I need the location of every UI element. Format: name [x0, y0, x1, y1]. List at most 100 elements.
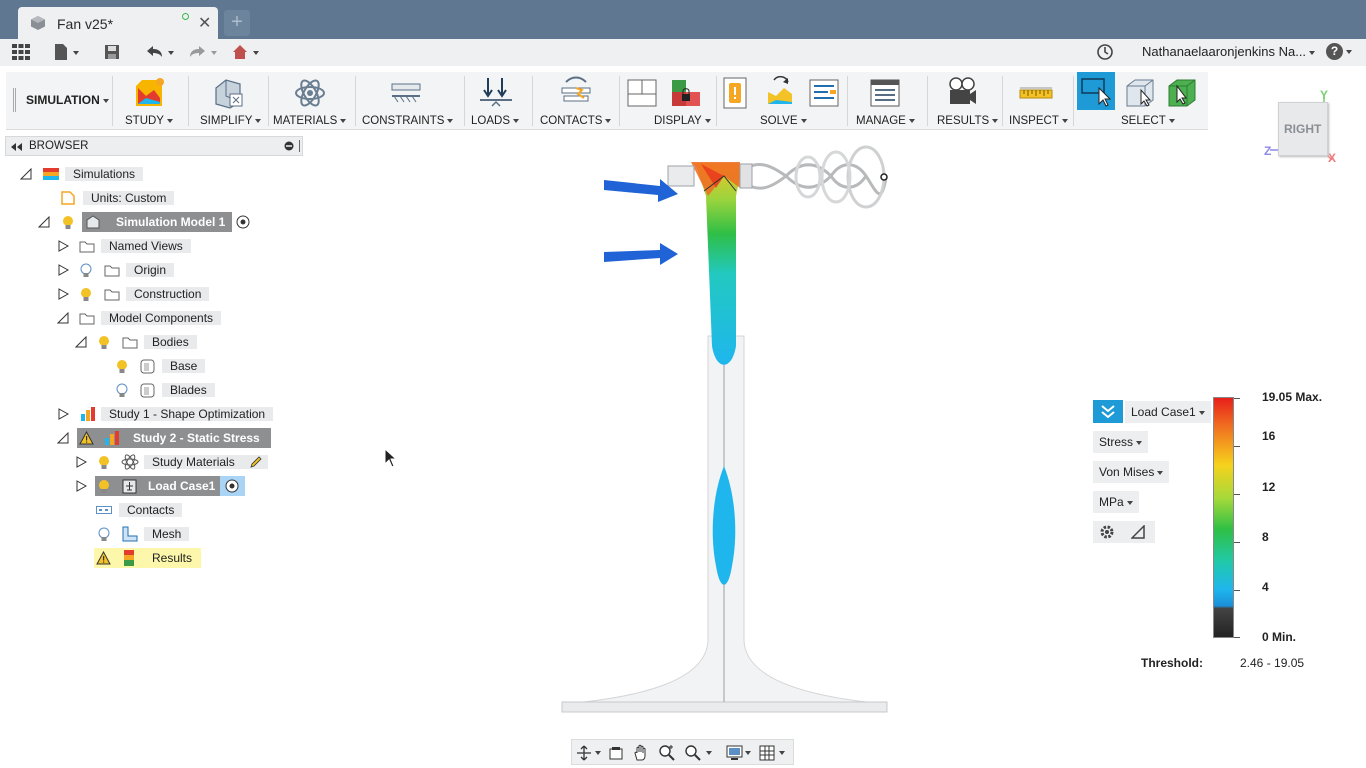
- save-icon[interactable]: [103, 43, 121, 61]
- tree-item-units[interactable]: Units: Custom: [0, 188, 300, 208]
- tree-item-origin[interactable]: Origin: [0, 260, 300, 280]
- look-at-icon[interactable]: [608, 745, 624, 761]
- display-settings-icon[interactable]: [726, 744, 754, 762]
- simulations-icon: [43, 168, 59, 180]
- expanded-triangle-icon[interactable]: [20, 168, 32, 180]
- display-group-label: DISPLAY: [654, 115, 702, 127]
- close-tab-icon[interactable]: ✕: [198, 13, 211, 33]
- edit-pencil-icon[interactable]: [250, 456, 262, 468]
- visibility-bulb-icon[interactable]: [98, 479, 110, 494]
- job-status-clock-icon[interactable]: [1096, 43, 1114, 61]
- app-grid-icon[interactable]: [11, 43, 31, 61]
- inspect-group[interactable]: INSPECT: [1006, 72, 1072, 130]
- expanded-triangle-icon[interactable]: [75, 336, 87, 348]
- expanded-triangle-icon[interactable]: [57, 312, 69, 324]
- help-menu[interactable]: ?: [1326, 43, 1352, 60]
- zoom-icon[interactable]: [658, 744, 676, 762]
- workspace-switcher[interactable]: SIMULATION: [26, 93, 109, 107]
- activate-radio-icon[interactable]: [236, 215, 250, 229]
- tree-item-named-views[interactable]: Named Views: [0, 236, 300, 256]
- folder-icon: [104, 289, 120, 301]
- undo-icon[interactable]: [143, 43, 177, 61]
- expanded-triangle-icon[interactable]: [57, 432, 69, 444]
- visibility-bulb-icon[interactable]: [98, 455, 110, 470]
- visibility-bulb-icon[interactable]: [62, 215, 74, 230]
- tree-item-results[interactable]: Results: [0, 548, 300, 568]
- chevron-down-icon: [255, 118, 262, 123]
- collapsed-triangle-icon[interactable]: [57, 240, 69, 252]
- loads-group[interactable]: LOADS: [468, 72, 530, 130]
- minimize-browser-icon[interactable]: [284, 141, 294, 151]
- model-viewport[interactable]: [556, 136, 896, 718]
- visibility-bulb-icon[interactable]: [80, 287, 92, 302]
- select-component-icon[interactable]: [1165, 76, 1199, 110]
- tree-item-simulations[interactable]: Simulations: [0, 164, 300, 184]
- user-account-menu[interactable]: Nathanaelaaronjenkins Na...: [1142, 44, 1316, 59]
- materials-group[interactable]: MATERIALS: [272, 72, 350, 130]
- threshold-triangle-icon[interactable]: [1131, 525, 1145, 539]
- fan-blades-ghost: [734, 145, 888, 209]
- load-case-dropdown[interactable]: Load Case1: [1125, 401, 1211, 423]
- collapsed-triangle-icon[interactable]: [57, 264, 69, 276]
- collapsed-triangle-icon[interactable]: [75, 480, 87, 492]
- legend-tick-label: 12: [1262, 480, 1276, 494]
- tree-item-mesh[interactable]: Mesh: [0, 524, 300, 544]
- panel-grip-icon[interactable]: [298, 140, 302, 152]
- select-group[interactable]: SELECT: [1077, 72, 1208, 130]
- folder-icon: [104, 265, 120, 277]
- redo-icon[interactable]: [186, 43, 220, 61]
- display-group[interactable]: DISPLAY: [622, 72, 712, 130]
- hidden-bulb-icon[interactable]: [116, 383, 128, 398]
- tree-item-model-components[interactable]: Model Components: [0, 308, 300, 328]
- collapsed-triangle-icon[interactable]: [57, 288, 69, 300]
- grid-settings-icon[interactable]: [759, 744, 789, 762]
- unit-dropdown[interactable]: MPa: [1093, 491, 1139, 513]
- solve-icon: [768, 76, 792, 104]
- orbit-icon[interactable]: [576, 745, 602, 761]
- stress-component-dropdown[interactable]: Von Mises: [1093, 461, 1170, 483]
- select-body-icon[interactable]: [1123, 76, 1157, 110]
- view-cube[interactable]: RIGHT: [1278, 102, 1328, 156]
- contacts-group[interactable]: CONTACTS: [536, 72, 616, 130]
- gear-icon[interactable]: [1099, 524, 1115, 540]
- home-menu-icon[interactable]: [230, 43, 262, 61]
- results-group[interactable]: RESULTS: [930, 72, 1000, 130]
- tree-item-study-materials[interactable]: Study Materials: [0, 452, 300, 472]
- visibility-bulb-icon[interactable]: [98, 335, 110, 350]
- new-tab-button[interactable]: +: [224, 10, 250, 36]
- tree-item-blades[interactable]: Blades: [0, 380, 300, 400]
- legend-tools: [1093, 521, 1155, 543]
- hidden-bulb-icon[interactable]: [80, 263, 92, 278]
- zoom-window-icon[interactable]: [684, 744, 716, 762]
- tree-item-construction[interactable]: Construction: [0, 284, 300, 304]
- collapsed-triangle-icon[interactable]: [75, 456, 87, 468]
- tree-item-bodies[interactable]: Bodies: [0, 332, 300, 352]
- file-menu-icon[interactable]: [53, 43, 81, 61]
- collapse-panel-icon[interactable]: [11, 143, 23, 151]
- document-tab[interactable]: Fan v25* ✕: [18, 7, 218, 39]
- legend-tick: [1234, 590, 1240, 591]
- legend-toggle-button[interactable]: [1093, 400, 1123, 423]
- axis-y-label: Y: [1320, 88, 1329, 102]
- hidden-bulb-icon[interactable]: [98, 527, 110, 542]
- result-type-dropdown[interactable]: Stress: [1093, 431, 1149, 453]
- tree-item-load-case[interactable]: Load Case1: [0, 476, 300, 496]
- tree-item-base[interactable]: Base: [0, 356, 300, 376]
- collapsed-triangle-icon[interactable]: [57, 408, 69, 420]
- active-indicator[interactable]: [220, 476, 245, 496]
- pan-hand-icon[interactable]: [632, 744, 650, 762]
- window-select-button[interactable]: [1077, 72, 1115, 110]
- solve-group[interactable]: SOLVE: [720, 72, 844, 130]
- tree-item-simulation-model[interactable]: Simulation Model 1: [0, 212, 300, 232]
- simplify-group-label: SIMPLIFY: [200, 115, 253, 127]
- manage-group[interactable]: MANAGE: [851, 72, 923, 130]
- visibility-bulb-icon[interactable]: [116, 359, 128, 374]
- fusion-app-window: Fan v25* ✕ + Nathanaelaaronjenkins Na...…: [0, 0, 1366, 768]
- study-group[interactable]: STUDY: [120, 72, 180, 130]
- tree-item-contacts[interactable]: Contacts: [0, 500, 300, 520]
- tree-item-study-1[interactable]: Study 1 - Shape Optimization: [0, 404, 300, 424]
- expanded-triangle-icon[interactable]: [38, 216, 50, 228]
- constraints-group[interactable]: CONSTRAINTS: [358, 72, 458, 130]
- simplify-group[interactable]: SIMPLIFY: [194, 72, 264, 130]
- tree-item-study-2[interactable]: Study 2 - Static Stress: [0, 428, 300, 448]
